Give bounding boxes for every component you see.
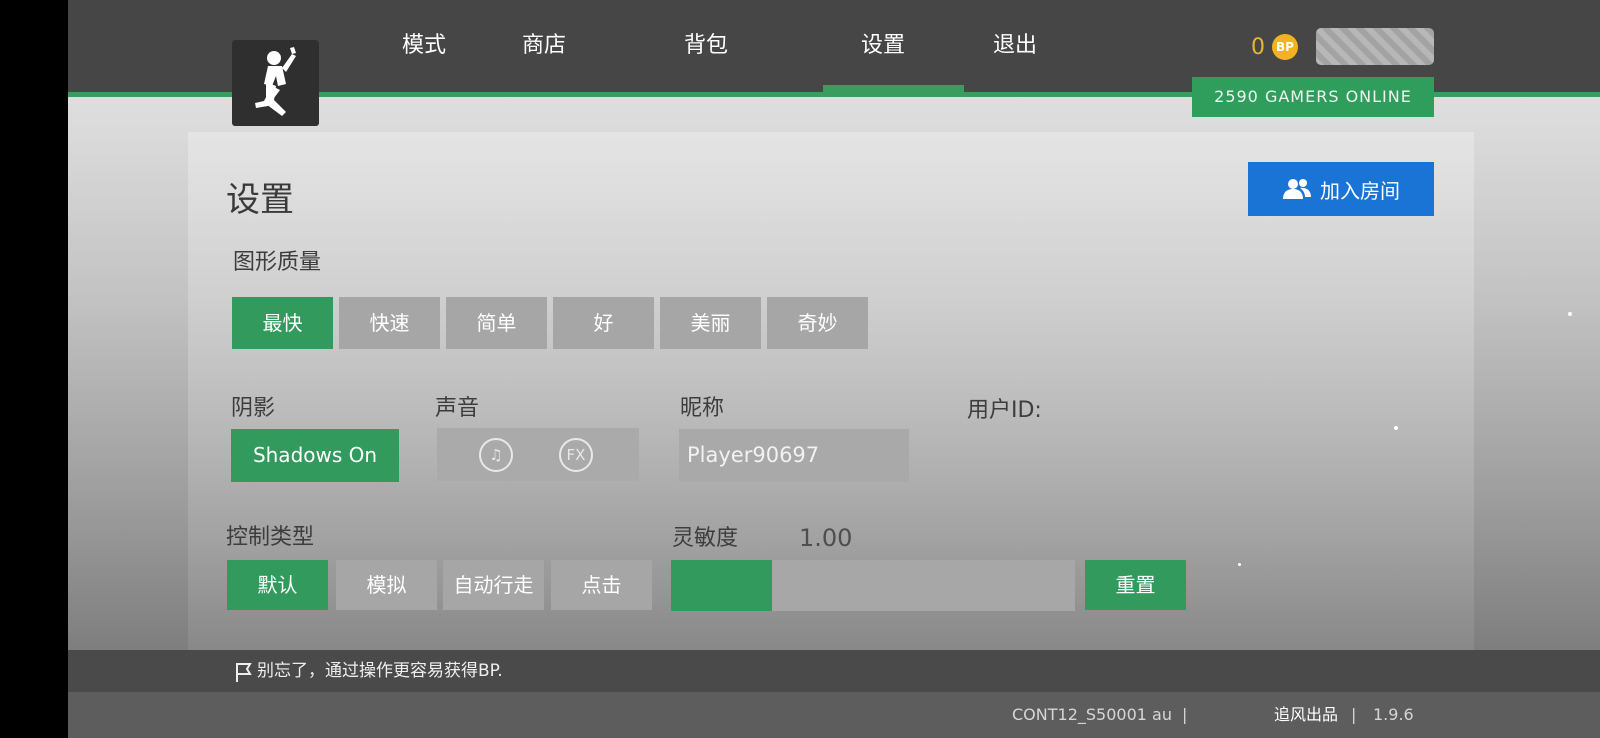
flag-icon	[236, 663, 252, 682]
footer-bar	[68, 692, 1600, 738]
nav-tab-backpack[interactable]: 背包	[676, 28, 736, 64]
snow-particle	[1238, 563, 1241, 566]
users-icon	[1283, 179, 1311, 199]
graphics-quality-label: 图形质量	[233, 250, 322, 275]
control-option-default[interactable]: 默认	[227, 560, 328, 610]
page-title: 设置	[226, 180, 294, 220]
join-room-button[interactable]: 加入房间	[1248, 162, 1434, 216]
snow-particle	[1568, 312, 1572, 316]
footer-separator: |	[1182, 705, 1188, 724]
publisher-label: 追风出品	[1274, 705, 1339, 724]
sound-controls: ♫ FX	[437, 428, 639, 481]
fx-icon-text: FX	[566, 446, 586, 464]
reset-sensitivity-button[interactable]: 重置	[1085, 560, 1186, 610]
control-type-label: 控制类型	[226, 525, 315, 550]
active-tab-indicator	[823, 85, 964, 93]
graphics-option-beautiful[interactable]: 美丽	[660, 297, 761, 349]
control-option-tap[interactable]: 点击	[551, 560, 652, 610]
sensitivity-value: 1.00	[799, 524, 853, 552]
snow-particle	[1394, 426, 1398, 430]
game-screen: 模式 商店 背包 设置 退出 0 BP 2590 GAMERS ONLINE 设…	[68, 0, 1600, 738]
sound-label: 声音	[435, 396, 480, 421]
player-silhouette-icon	[254, 47, 296, 116]
footer-separator-2: |	[1351, 705, 1357, 724]
control-option-analog[interactable]: 模拟	[336, 560, 437, 610]
nav-tab-mode[interactable]: 模式	[394, 28, 454, 64]
graphics-option-fastest[interactable]: 最快	[232, 297, 333, 349]
music-note-icon[interactable]: ♫	[479, 438, 513, 472]
sensitivity-slider[interactable]	[671, 560, 1075, 611]
nav-tab-settings[interactable]: 设置	[853, 28, 913, 64]
sensitivity-slider-fill	[671, 560, 772, 611]
graphics-option-fast[interactable]: 快速	[339, 297, 440, 349]
user-id-label: 用户ID:	[967, 398, 1042, 423]
version-label: 1.9.6	[1373, 705, 1414, 724]
sensitivity-label: 灵敏度	[672, 526, 739, 551]
graphics-option-good[interactable]: 好	[553, 297, 654, 349]
join-room-label: 加入房间	[1320, 178, 1400, 203]
nav-tab-exit[interactable]: 退出	[985, 28, 1045, 64]
shadows-toggle-button[interactable]: Shadows On	[231, 429, 399, 482]
tip-text: 别忘了，通过操作更容易获得BP.	[257, 661, 503, 681]
graphics-option-simple[interactable]: 简单	[446, 297, 547, 349]
bp-balance: 0	[1251, 35, 1265, 60]
game-logo[interactable]	[232, 40, 319, 126]
online-count-banner: 2590 GAMERS ONLINE	[1192, 77, 1434, 117]
control-option-auto-walk[interactable]: 自动行走	[443, 560, 544, 610]
shadow-label: 阴影	[231, 396, 276, 421]
player-avatar[interactable]	[1316, 28, 1434, 65]
nickname-field[interactable]: Player90697	[679, 429, 909, 482]
fx-icon[interactable]: FX	[559, 438, 593, 472]
nav-tab-shop[interactable]: 商店	[514, 28, 574, 64]
build-info: CONT12_S50001 au	[1012, 705, 1172, 724]
bp-coin-icon: BP	[1272, 34, 1298, 60]
nickname-label: 昵称	[680, 396, 725, 421]
graphics-option-fantastic[interactable]: 奇妙	[767, 297, 868, 349]
